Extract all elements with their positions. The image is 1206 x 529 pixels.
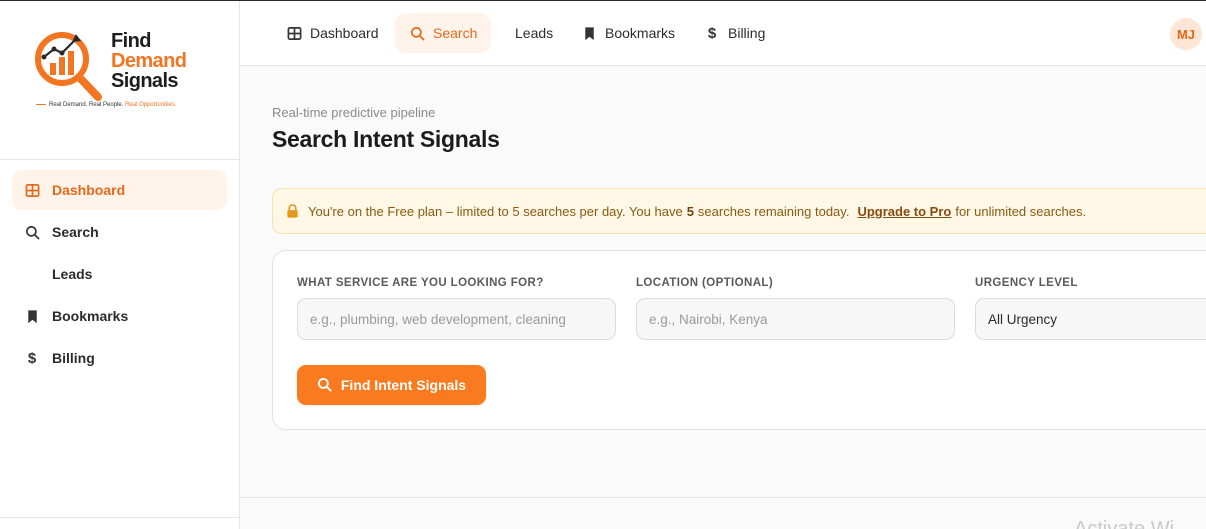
notice-text-middle: searches remaining today. [697,203,850,219]
grid-icon [24,182,40,198]
tab-label: Bookmarks [605,25,676,41]
bookmark-icon [24,308,40,324]
brand-line-1: Find [111,30,151,52]
tab-label: Billing [728,25,766,41]
search-icon [409,25,425,41]
main-content: Real-time predictive pipeline Search Int… [240,66,1206,529]
sidebar-item-label: Bookmarks [52,308,129,324]
tab-label: Leads [515,25,554,41]
dollar-icon: $ [27,349,37,367]
magnifier-chart-logo-icon [35,32,102,101]
page-subtitle: Real-time predictive pipeline [272,105,436,120]
page-title: Search Intent Signals [272,126,500,152]
dollar-icon: $ [707,24,717,42]
content-divider [240,497,1206,498]
activate-windows-watermark: Activate Wi [1074,518,1175,529]
service-input[interactable]: e.g., plumbing, web development, cleanin… [297,298,616,340]
tab-label: Search [433,25,478,41]
tagline-dash [36,103,46,105]
service-field: WHAT SERVICE ARE YOU LOOKING FOR? e.g., … [297,277,616,340]
search-form-card: WHAT SERVICE ARE YOU LOOKING FOR? e.g., … [272,250,1206,430]
find-intent-signals-button[interactable]: Find Intent Signals [297,365,486,405]
sidebar-item-label: Search [52,224,99,240]
urgency-label: URGENCY LEVEL [975,277,1078,289]
tab-search[interactable]: Search [395,13,492,53]
free-plan-notice: You're on the Free plan – limited to 5 s… [272,188,1206,234]
tab-leads[interactable]: Leads [501,13,567,53]
location-label: LOCATION (OPTIONAL) [636,277,774,289]
urgency-field: URGENCY LEVEL All Urgency [975,277,1206,340]
urgency-select[interactable]: All Urgency [975,298,1206,340]
sidebar-item-search[interactable]: Search [12,212,227,252]
notice-text-after: for unlimited searches. [955,203,1087,219]
sidebar-item-leads[interactable]: Leads [12,254,227,294]
sidebar-item-billing[interactable]: $ Billing [12,338,227,378]
sidebar: Find Demand Signals Real Demand. Real Pe… [0,1,240,529]
notice-text-before: You're on the Free plan – limited to 5 s… [308,203,683,219]
tagline-part-2: Real Opportunities. [125,102,177,108]
sidebar-item-bookmarks[interactable]: Bookmarks [12,296,227,336]
logo[interactable]: Find Demand Signals Real Demand. Real Pe… [0,1,239,160]
sidebar-divider [0,517,239,518]
tab-bookmarks[interactable]: Bookmarks [567,13,689,53]
service-label: WHAT SERVICE ARE YOU LOOKING FOR? [297,277,544,289]
sidebar-item-label: Dashboard [52,182,126,198]
brand-line-2: Demand [111,50,187,72]
lock-icon [285,203,301,219]
tab-label: Dashboard [310,25,379,41]
brand-tagline: Real Demand. Real People. Real Opportuni… [36,102,176,108]
tagline-part-1: Real Demand. Real People. [49,102,124,108]
grid-icon [286,25,302,41]
location-input[interactable]: e.g., Nairobi, Kenya [636,298,955,340]
search-icon [24,224,40,240]
sidebar-item-dashboard[interactable]: Dashboard [12,170,227,210]
sidebar-nav: Dashboard Search Leads Bookmarks $ Billi… [12,170,227,380]
search-icon [317,377,333,393]
brand-line-3: Signals [111,70,179,92]
upgrade-to-pro-link[interactable]: Upgrade to Pro [857,204,951,219]
tab-billing[interactable]: $ Billing [690,13,779,53]
sidebar-item-label: Billing [52,350,95,366]
top-nav-bar: Dashboard Search Leads Bookmarks $ Billi… [240,1,1206,66]
location-field: LOCATION (OPTIONAL) e.g., Nairobi, Kenya [636,277,955,340]
bookmark-icon [581,25,597,41]
sidebar-item-label: Leads [52,266,93,282]
remaining-searches-count: 5 [686,203,694,219]
tab-dashboard[interactable]: Dashboard [272,13,393,53]
button-label: Find Intent Signals [340,377,467,393]
user-avatar[interactable]: MJ [1170,18,1202,50]
brand-name: Find Demand Signals [111,30,187,92]
